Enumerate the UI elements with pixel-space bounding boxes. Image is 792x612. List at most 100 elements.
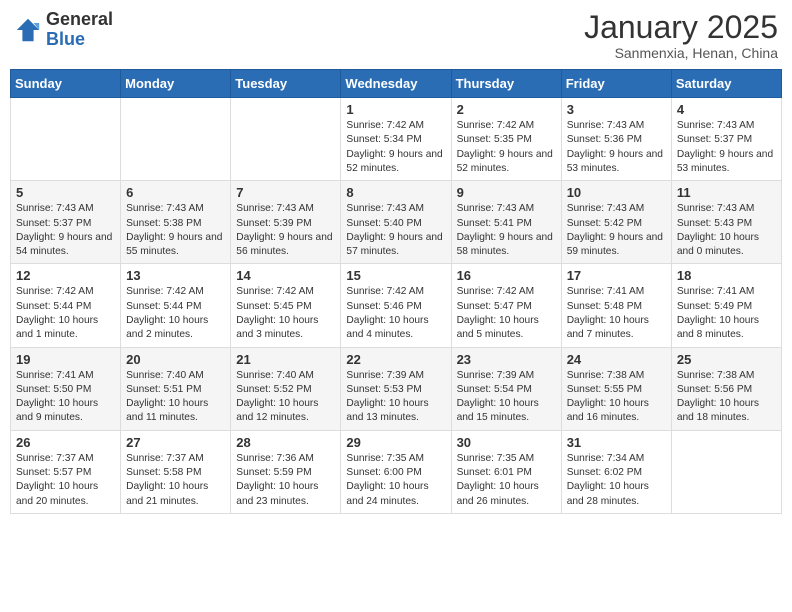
day-number: 20: [126, 352, 225, 367]
calendar-cell: 3Sunrise: 7:43 AM Sunset: 5:36 PM Daylig…: [561, 98, 671, 181]
calendar-week-row-2: 5 Sunrise: 7:43 AM Sunset: 5:37 PM Daylig…: [11, 181, 782, 264]
calendar-cell: 6 Sunrise: 7:43 AM Sunset: 5:38 PM Daylig…: [121, 181, 231, 264]
location-subtitle: Sanmenxia, Henan, China: [584, 45, 778, 61]
day-number: 5: [16, 185, 115, 200]
day-number: 11: [677, 185, 776, 200]
calendar-week-row-1: 1Sunrise: 7:42 AM Sunset: 5:34 PM Daylig…: [11, 98, 782, 181]
day-info: Sunrise: 7:40 AM Sunset: 5:51 PM Dayligh…: [126, 369, 225, 426]
day-info: Sunrise: 7:43 AM Sunset: 5:43 PM Dayligh…: [677, 202, 776, 259]
weekday-header-saturday: Saturday: [671, 70, 781, 98]
day-info: Sunrise: 7:42 AM Sunset: 5:46 PM Dayligh…: [346, 285, 445, 342]
calendar-cell: 1Sunrise: 7:42 AM Sunset: 5:34 PM Daylig…: [341, 98, 451, 181]
calendar-cell: [121, 98, 231, 181]
weekday-header-thursday: Thursday: [451, 70, 561, 98]
day-number: 22: [346, 352, 445, 367]
day-info: Sunrise: 7:41 AM Sunset: 5:48 PM Dayligh…: [567, 285, 666, 342]
day-info: Sunrise: 7:37 AM Sunset: 5:57 PM Dayligh…: [16, 452, 115, 509]
calendar-cell: 17 Sunrise: 7:41 AM Sunset: 5:48 PM Dayli…: [561, 264, 671, 347]
day-info: Sunrise: 7:43 AM Sunset: 5:37 PM Dayligh…: [16, 202, 115, 259]
calendar-cell: 7Sunrise: 7:43 AM Sunset: 5:39 PM Daylig…: [231, 181, 341, 264]
day-number: 2: [457, 102, 556, 117]
calendar-cell: 27Sunrise: 7:37 AM Sunset: 5:58 PM Dayli…: [121, 430, 231, 513]
day-info: Sunrise: 7:43 AM Sunset: 5:37 PM Dayligh…: [677, 119, 776, 176]
logo-blue: Blue: [46, 29, 85, 49]
day-number: 16: [457, 268, 556, 283]
calendar-cell: 30 Sunrise: 7:35 AM Sunset: 6:01 PM Dayli…: [451, 430, 561, 513]
day-number: 28: [236, 435, 335, 450]
day-info: Sunrise: 7:42 AM Sunset: 5:34 PM Dayligh…: [346, 119, 445, 176]
day-number: 6: [126, 185, 225, 200]
weekday-header-row: SundayMondayTuesdayWednesdayThursdayFrid…: [11, 70, 782, 98]
calendar-cell: 15 Sunrise: 7:42 AM Sunset: 5:46 PM Dayli…: [341, 264, 451, 347]
day-number: 31: [567, 435, 666, 450]
calendar-cell: 12Sunrise: 7:42 AM Sunset: 5:44 PM Dayli…: [11, 264, 121, 347]
day-number: 8: [346, 185, 445, 200]
day-number: 4: [677, 102, 776, 117]
calendar-cell: 5 Sunrise: 7:43 AM Sunset: 5:37 PM Daylig…: [11, 181, 121, 264]
day-info: Sunrise: 7:37 AM Sunset: 5:58 PM Dayligh…: [126, 452, 225, 509]
day-info: Sunrise: 7:43 AM Sunset: 5:39 PM Dayligh…: [236, 202, 335, 259]
day-info: Sunrise: 7:35 AM Sunset: 6:00 PM Dayligh…: [346, 452, 445, 509]
calendar-cell: 8 Sunrise: 7:43 AM Sunset: 5:40 PM Daylig…: [341, 181, 451, 264]
day-number: 23: [457, 352, 556, 367]
day-number: 12: [16, 268, 115, 283]
calendar-cell: 24Sunrise: 7:38 AM Sunset: 5:55 PM Dayli…: [561, 347, 671, 430]
day-number: 18: [677, 268, 776, 283]
day-info: Sunrise: 7:40 AM Sunset: 5:52 PM Dayligh…: [236, 369, 335, 426]
day-number: 25: [677, 352, 776, 367]
calendar-cell: 29 Sunrise: 7:35 AM Sunset: 6:00 PM Dayli…: [341, 430, 451, 513]
calendar-cell: 20 Sunrise: 7:40 AM Sunset: 5:51 PM Dayli…: [121, 347, 231, 430]
calendar-cell: [231, 98, 341, 181]
weekday-header-wednesday: Wednesday: [341, 70, 451, 98]
calendar-cell: 16 Sunrise: 7:42 AM Sunset: 5:47 PM Dayli…: [451, 264, 561, 347]
weekday-header-sunday: Sunday: [11, 70, 121, 98]
logo-general: General: [46, 9, 113, 29]
day-info: Sunrise: 7:38 AM Sunset: 5:56 PM Dayligh…: [677, 369, 776, 426]
day-number: 9: [457, 185, 556, 200]
calendar-cell: 19Sunrise: 7:41 AM Sunset: 5:50 PM Dayli…: [11, 347, 121, 430]
day-info: Sunrise: 7:43 AM Sunset: 5:40 PM Dayligh…: [346, 202, 445, 259]
calendar-cell: 22 Sunrise: 7:39 AM Sunset: 5:53 PM Dayli…: [341, 347, 451, 430]
day-info: Sunrise: 7:35 AM Sunset: 6:01 PM Dayligh…: [457, 452, 556, 509]
weekday-header-monday: Monday: [121, 70, 231, 98]
day-info: Sunrise: 7:41 AM Sunset: 5:50 PM Dayligh…: [16, 369, 115, 426]
day-info: Sunrise: 7:36 AM Sunset: 5:59 PM Dayligh…: [236, 452, 335, 509]
logo-icon: [14, 16, 42, 44]
day-info: Sunrise: 7:39 AM Sunset: 5:53 PM Dayligh…: [346, 369, 445, 426]
weekday-header-friday: Friday: [561, 70, 671, 98]
calendar-week-row-3: 12 Sunrise: 7:42 AM Sunset: 5:44 PM Dayli…: [11, 264, 782, 347]
day-info: Sunrise: 7:43 AM Sunset: 5:36 PM Dayligh…: [567, 119, 666, 176]
calendar-cell: 11 Sunrise: 7:43 AM Sunset: 5:43 PM Dayli…: [671, 181, 781, 264]
calendar-cell: 31Sunrise: 7:34 AM Sunset: 6:02 PM Dayli…: [561, 430, 671, 513]
day-number: 13: [126, 268, 225, 283]
calendar-cell: 28 Sunrise: 7:36 AM Sunset: 5:59 PM Dayli…: [231, 430, 341, 513]
day-number: 26: [16, 435, 115, 450]
calendar-table: SundayMondayTuesdayWednesdayThursdayFrid…: [10, 69, 782, 514]
day-number: 17: [567, 268, 666, 283]
day-number: 30: [457, 435, 556, 450]
page-header: General Blue January 2025 Sanmenxia, Hen…: [10, 10, 782, 61]
calendar-cell: [11, 98, 121, 181]
day-info: Sunrise: 7:42 AM Sunset: 5:44 PM Dayligh…: [126, 285, 225, 342]
calendar-cell: 2 Sunrise: 7:42 AM Sunset: 5:35 PM Daylig…: [451, 98, 561, 181]
logo-text: General Blue: [46, 10, 113, 50]
calendar-cell: 10Sunrise: 7:43 AM Sunset: 5:42 PM Dayli…: [561, 181, 671, 264]
day-number: 15: [346, 268, 445, 283]
day-info: Sunrise: 7:41 AM Sunset: 5:49 PM Dayligh…: [677, 285, 776, 342]
day-info: Sunrise: 7:42 AM Sunset: 5:47 PM Dayligh…: [457, 285, 556, 342]
day-number: 29: [346, 435, 445, 450]
calendar-cell: 13 Sunrise: 7:42 AM Sunset: 5:44 PM Dayli…: [121, 264, 231, 347]
day-info: Sunrise: 7:39 AM Sunset: 5:54 PM Dayligh…: [457, 369, 556, 426]
calendar-cell: [671, 430, 781, 513]
day-number: 14: [236, 268, 335, 283]
day-info: Sunrise: 7:43 AM Sunset: 5:38 PM Dayligh…: [126, 202, 225, 259]
month-title: January 2025: [584, 10, 778, 45]
calendar-cell: 21Sunrise: 7:40 AM Sunset: 5:52 PM Dayli…: [231, 347, 341, 430]
day-number: 24: [567, 352, 666, 367]
calendar-cell: 26 Sunrise: 7:37 AM Sunset: 5:57 PM Dayli…: [11, 430, 121, 513]
day-number: 10: [567, 185, 666, 200]
calendar-cell: 23 Sunrise: 7:39 AM Sunset: 5:54 PM Dayli…: [451, 347, 561, 430]
weekday-header-tuesday: Tuesday: [231, 70, 341, 98]
day-info: Sunrise: 7:43 AM Sunset: 5:41 PM Dayligh…: [457, 202, 556, 259]
day-info: Sunrise: 7:42 AM Sunset: 5:35 PM Dayligh…: [457, 119, 556, 176]
